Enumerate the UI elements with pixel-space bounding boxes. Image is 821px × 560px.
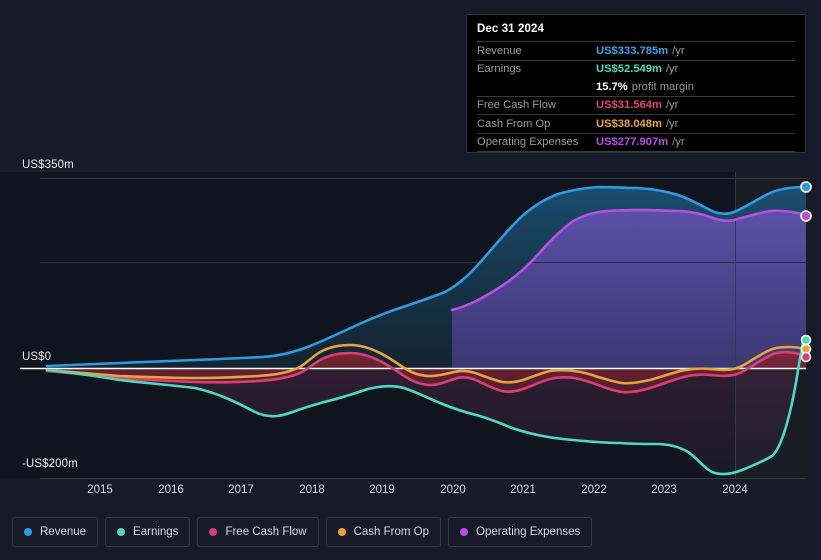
tooltip-label-operating-expenses: Operating Expenses: [477, 136, 596, 148]
x-axis-label-2022: 2022: [581, 484, 607, 496]
chart-legend: Revenue Earnings Free Cash Flow Cash Fro…: [12, 517, 592, 547]
financial-chart: US$350m US$0 -US$200m 2015 2016 2017 201…: [0, 0, 821, 560]
tooltip-row-operating-expenses: Operating Expenses US$277.907m /yr: [477, 133, 795, 152]
legend-label-operating-expenses: Operating Expenses: [476, 526, 580, 538]
legend-dot-operating-expenses: [460, 528, 468, 536]
x-axis-label-2024: 2024: [722, 484, 748, 496]
x-axis-label-2015: 2015: [87, 484, 113, 496]
tooltip-bottom-divider: [477, 151, 795, 152]
legend-item-cash-from-op[interactable]: Cash From Op: [326, 517, 441, 547]
legend-item-revenue[interactable]: Revenue: [12, 517, 98, 547]
x-axis-label-2021: 2021: [510, 484, 536, 496]
tooltip-value-earnings: US$52.549m: [596, 63, 662, 75]
legend-dot-cash-from-op: [338, 528, 346, 536]
tooltip-label-free-cash-flow: Free Cash Flow: [477, 99, 596, 111]
tooltip-value-cash-from-op: US$38.048m: [596, 118, 662, 130]
legend-dot-earnings: [117, 528, 125, 536]
y-axis-label-max: US$350m: [22, 159, 74, 171]
x-axis-label-2020: 2020: [440, 484, 466, 496]
legend-label-cash-from-op: Cash From Op: [354, 526, 429, 538]
tooltip-label-cash-from-op: Cash From Op: [477, 118, 596, 130]
tooltip-row-revenue: Revenue US$333.785m /yr: [477, 41, 795, 60]
tooltip-value-revenue: US$333.785m: [596, 45, 668, 57]
x-axis-label-2017: 2017: [228, 484, 254, 496]
legend-dot-revenue: [24, 528, 32, 536]
x-axis-label-2016: 2016: [158, 484, 184, 496]
endpoint-free-cash-flow: [802, 353, 811, 362]
legend-label-free-cash-flow: Free Cash Flow: [225, 526, 306, 538]
tooltip-unit-free-cash-flow: /yr: [666, 99, 678, 111]
tooltip-row-earnings: Earnings US$52.549m /yr: [477, 60, 795, 79]
tooltip-unit-cash-from-op: /yr: [666, 118, 678, 130]
data-tooltip: Dec 31 2024 Revenue US$333.785m /yr Earn…: [466, 14, 806, 153]
tooltip-label-revenue: Revenue: [477, 45, 596, 57]
legend-item-free-cash-flow[interactable]: Free Cash Flow: [197, 517, 318, 547]
x-axis-label-2019: 2019: [369, 484, 395, 496]
x-axis-label-2018: 2018: [299, 484, 325, 496]
x-axis-label-2023: 2023: [651, 484, 677, 496]
legend-label-revenue: Revenue: [40, 526, 86, 538]
tooltip-unit-revenue: /yr: [672, 45, 684, 57]
tooltip-unit-earnings: /yr: [666, 63, 678, 75]
endpoint-operating-expenses: [801, 211, 811, 221]
tooltip-unit-operating-expenses: /yr: [672, 136, 684, 148]
tooltip-text-profit-margin: profit margin: [632, 81, 694, 93]
tooltip-row-free-cash-flow: Free Cash Flow US$31.564m /yr: [477, 96, 795, 115]
y-axis-label-zero: US$0: [22, 351, 51, 363]
legend-label-earnings: Earnings: [133, 526, 178, 538]
endpoint-earnings: [802, 336, 811, 345]
y-axis-label-min: -US$200m: [22, 458, 78, 470]
tooltip-row-cash-from-op: Cash From Op US$38.048m /yr: [477, 114, 795, 133]
tooltip-date: Dec 31 2024: [467, 15, 805, 41]
legend-dot-free-cash-flow: [209, 528, 217, 536]
legend-item-earnings[interactable]: Earnings: [105, 517, 190, 547]
tooltip-value-profit-margin: 15.7%: [596, 81, 628, 93]
tooltip-value-free-cash-flow: US$31.564m: [596, 99, 662, 111]
tooltip-value-operating-expenses: US$277.907m: [596, 136, 668, 148]
tooltip-row-profit-margin: 15.7% profit margin: [477, 78, 795, 96]
legend-item-operating-expenses[interactable]: Operating Expenses: [448, 517, 592, 547]
endpoint-revenue: [801, 182, 811, 192]
tooltip-label-earnings: Earnings: [477, 63, 596, 75]
